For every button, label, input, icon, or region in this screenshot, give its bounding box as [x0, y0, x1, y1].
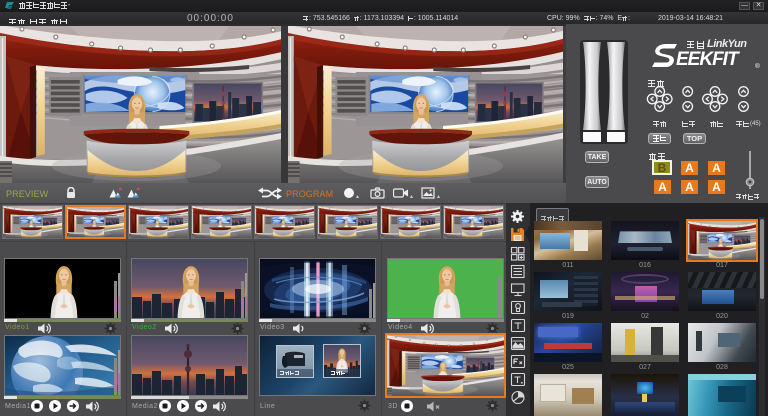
- svg-text:®: ®: [755, 62, 760, 70]
- svg-text:EEKFIT: EEKFIT: [676, 49, 740, 70]
